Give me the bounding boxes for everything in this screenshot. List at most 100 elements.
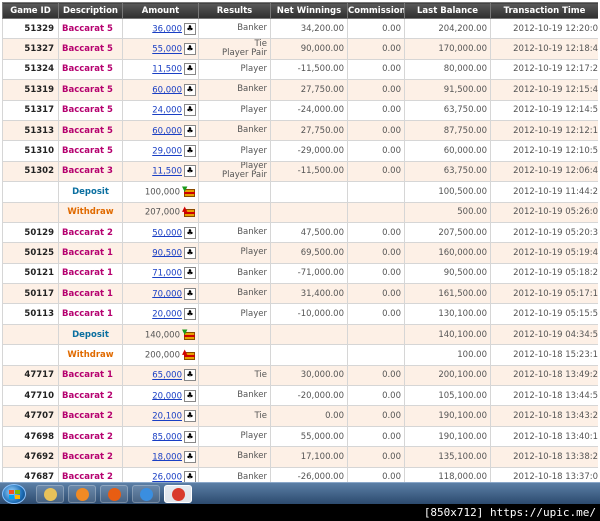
taskbar-button[interactable]: [36, 485, 64, 503]
description-cell: Baccarat 2: [58, 425, 123, 448]
net-winnings-cell: 27,750.00: [270, 119, 348, 142]
last-balance-cell: 160,000.00: [404, 242, 491, 264]
amount-cell: 85,000 ♣: [122, 425, 199, 448]
windows-taskbar: [0, 482, 600, 504]
club-icon[interactable]: ♣: [184, 267, 196, 280]
deposit-chest-icon[interactable]: ▼: [182, 328, 196, 341]
result-label: Banker: [237, 23, 267, 34]
commission-cell: 0.00: [347, 446, 405, 468]
withdraw-chest-icon[interactable]: ▲: [182, 205, 196, 218]
last-balance-cell: 170,000.00: [404, 38, 491, 60]
club-icon[interactable]: ♣: [184, 246, 196, 259]
column-header-results[interactable]: Results: [198, 2, 271, 19]
taskbar-button[interactable]: [164, 485, 192, 503]
results-cell: Tie: [198, 364, 271, 387]
amount-link[interactable]: 29,000: [152, 147, 182, 157]
transaction-time-cell: 2012-10-19 12:20:0: [490, 17, 598, 40]
net-winnings-cell: 47,500.00: [270, 221, 348, 244]
amount-link[interactable]: 20,000: [152, 391, 182, 401]
transaction-time-cell: 2012-10-19 12:17:2: [490, 58, 598, 81]
club-icon[interactable]: ♣: [184, 308, 196, 321]
commission-cell: 0.00: [347, 221, 405, 244]
game-id-cell: 47717: [2, 364, 59, 387]
description-cell: Baccarat 5: [58, 79, 123, 101]
description-cell: Baccarat 5: [58, 38, 123, 60]
column-header-game-id[interactable]: Game ID: [2, 2, 59, 19]
amount-link[interactable]: 60,000: [152, 85, 182, 95]
amount-link[interactable]: 36,000: [152, 24, 182, 34]
club-icon[interactable]: ♣: [184, 83, 196, 96]
club-icon[interactable]: ♣: [184, 430, 196, 443]
column-header-commission[interactable]: Commission: [347, 2, 405, 19]
result-label: Banker: [237, 125, 267, 136]
start-button[interactable]: [2, 484, 26, 504]
result-label: Banker: [237, 390, 267, 401]
amount-link[interactable]: 11,500: [152, 65, 182, 75]
amount-link[interactable]: 11,500: [152, 167, 182, 177]
game-id-cell: 51319: [2, 79, 59, 101]
results-cell: Banker: [198, 221, 271, 244]
taskbar-button[interactable]: [100, 485, 128, 503]
result-label: Player: [240, 145, 267, 156]
amount-cell: 29,000 ♣: [122, 140, 199, 162]
club-icon[interactable]: ♣: [184, 226, 196, 239]
game-id-cell: 47707: [2, 405, 59, 427]
amount-link[interactable]: 20,000: [152, 310, 182, 320]
amount-link[interactable]: 18,000: [152, 452, 182, 462]
transaction-time-cell: 2012-10-19 04:34:5: [490, 323, 598, 346]
club-icon[interactable]: ♣: [184, 43, 196, 56]
table-row: Deposit 140,000 ▼ 140,100.00 2012-10-19 04:3…: [2, 323, 598, 346]
description-cell: Baccarat 5: [58, 17, 123, 40]
withdraw-chest-icon[interactable]: ▲: [182, 348, 196, 361]
table-row: 51313 Baccarat 5 60,000 ♣ Banker 27,750.00 0.0…: [2, 119, 598, 142]
last-balance-cell: 90,500.00: [404, 262, 491, 285]
amount-link[interactable]: 60,000: [152, 126, 182, 136]
game-id-cell: 51313: [2, 119, 59, 142]
amount-link[interactable]: 55,000: [152, 45, 182, 55]
table-row: 50113 Baccarat 1 20,000 ♣ Player -10,000.00 0.…: [2, 303, 598, 325]
amount-link[interactable]: 50,000: [152, 228, 182, 238]
club-icon[interactable]: ♣: [184, 410, 196, 423]
commission-cell: 0.00: [347, 242, 405, 264]
club-icon[interactable]: ♣: [184, 471, 196, 482]
column-header-description[interactable]: Description: [58, 2, 123, 19]
club-icon[interactable]: ♣: [184, 104, 196, 117]
amount-link[interactable]: 90,500: [152, 248, 182, 258]
column-header-net-winnings[interactable]: Net Winnings: [270, 2, 348, 19]
net-winnings-cell: 69,500.00: [270, 242, 348, 264]
club-icon[interactable]: ♣: [184, 63, 196, 76]
club-icon[interactable]: ♣: [184, 287, 196, 300]
amount-link[interactable]: 85,000: [152, 432, 182, 442]
transaction-time-cell: 2012-10-19 12:14:5: [490, 99, 598, 121]
club-icon[interactable]: ♣: [184, 124, 196, 137]
amount-link[interactable]: 71,000: [152, 269, 182, 279]
amount-link[interactable]: 26,000: [152, 473, 182, 482]
club-icon[interactable]: ♣: [184, 22, 196, 35]
result-label: Banker: [237, 267, 267, 278]
commission-cell: 0.00: [347, 364, 405, 387]
taskbar-button[interactable]: [132, 485, 160, 503]
amount-link[interactable]: 65,000: [152, 371, 182, 381]
game-id-cell: 50117: [2, 283, 59, 305]
club-icon[interactable]: ♣: [184, 450, 196, 463]
club-icon[interactable]: ♣: [184, 145, 196, 158]
net-winnings-cell: 27,750.00: [270, 79, 348, 101]
table-header-row: Game ID Description Amount Results Net W…: [2, 2, 598, 19]
club-icon[interactable]: ♣: [184, 389, 196, 402]
results-cell: Banker: [198, 262, 271, 285]
commission-cell: 0.00: [347, 405, 405, 427]
column-header-amount[interactable]: Amount: [122, 2, 199, 19]
deposit-chest-icon[interactable]: ▼: [182, 185, 196, 198]
club-icon[interactable]: ♣: [184, 369, 196, 382]
taskbar-button[interactable]: [68, 485, 96, 503]
transaction-time-cell: 2012-10-19 11:44:2: [490, 181, 598, 203]
column-header-transaction-time[interactable]: Transaction Time: [490, 2, 598, 19]
description-cell: Baccarat 5: [58, 58, 123, 81]
amount-link[interactable]: 24,000: [152, 106, 182, 116]
club-icon[interactable]: ♣: [184, 165, 196, 178]
column-header-last-balance[interactable]: Last Balance: [404, 2, 491, 19]
amount-link[interactable]: 20,100: [152, 412, 182, 422]
table-row: 51329 Baccarat 5 36,000 ♣ Banker 34,200.00 0.0…: [2, 17, 598, 40]
amount-cell: 60,000 ♣: [122, 79, 199, 101]
amount-link[interactable]: 70,000: [152, 289, 182, 299]
